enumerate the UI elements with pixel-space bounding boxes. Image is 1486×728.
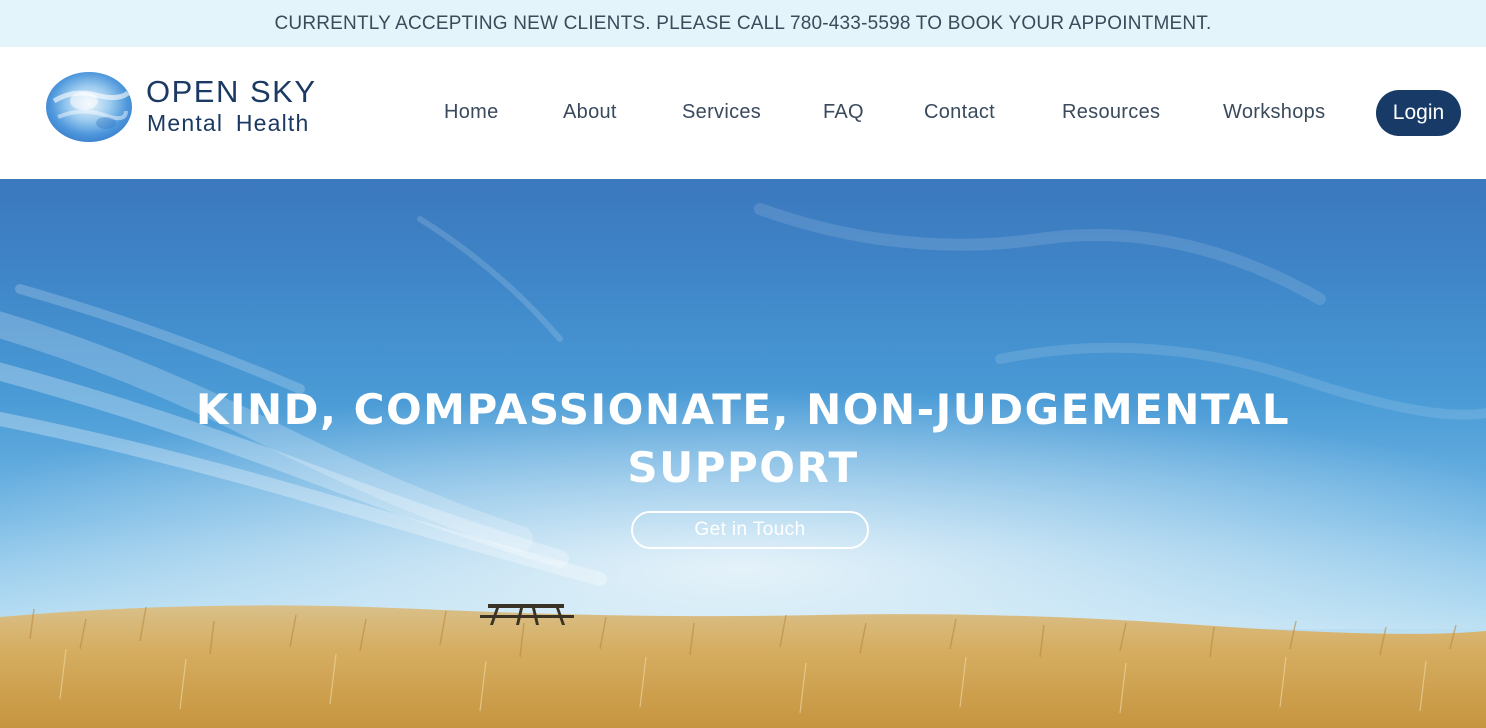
nav-services[interactable]: Services bbox=[682, 99, 761, 125]
announcement-bar: CURRENTLY ACCEPTING NEW CLIENTS. PLEASE … bbox=[0, 0, 1486, 47]
get-in-touch-button[interactable]: Get in Touch bbox=[631, 511, 869, 549]
nav-home[interactable]: Home bbox=[444, 99, 499, 125]
nav-workshops[interactable]: Workshops bbox=[1223, 99, 1325, 125]
hero-title-line-2: SUPPORT bbox=[627, 443, 859, 492]
announcement-text: CURRENTLY ACCEPTING NEW CLIENTS. PLEASE … bbox=[274, 12, 1212, 34]
nav-about[interactable]: About bbox=[563, 99, 617, 125]
nav-faq[interactable]: FAQ bbox=[823, 99, 864, 125]
login-button[interactable]: Login bbox=[1376, 90, 1461, 136]
nav-resources[interactable]: Resources bbox=[1062, 99, 1160, 125]
brand-title: OPEN SKY bbox=[146, 74, 317, 109]
watercolor-circle-logo-icon bbox=[46, 72, 132, 142]
site-header: OPEN SKY Mental Health Home About Servic… bbox=[0, 47, 1486, 179]
hero-title: KIND, COMPASSIONATE, NON-JUDGEMENTAL SUP… bbox=[0, 381, 1486, 497]
brand-subtitle: Mental Health bbox=[147, 110, 310, 136]
hero-title-line-1: KIND, COMPASSIONATE, NON-JUDGEMENTAL bbox=[195, 385, 1291, 434]
hero-section: KIND, COMPASSIONATE, NON-JUDGEMENTAL SUP… bbox=[0, 179, 1486, 728]
nav-contact[interactable]: Contact bbox=[924, 99, 995, 125]
